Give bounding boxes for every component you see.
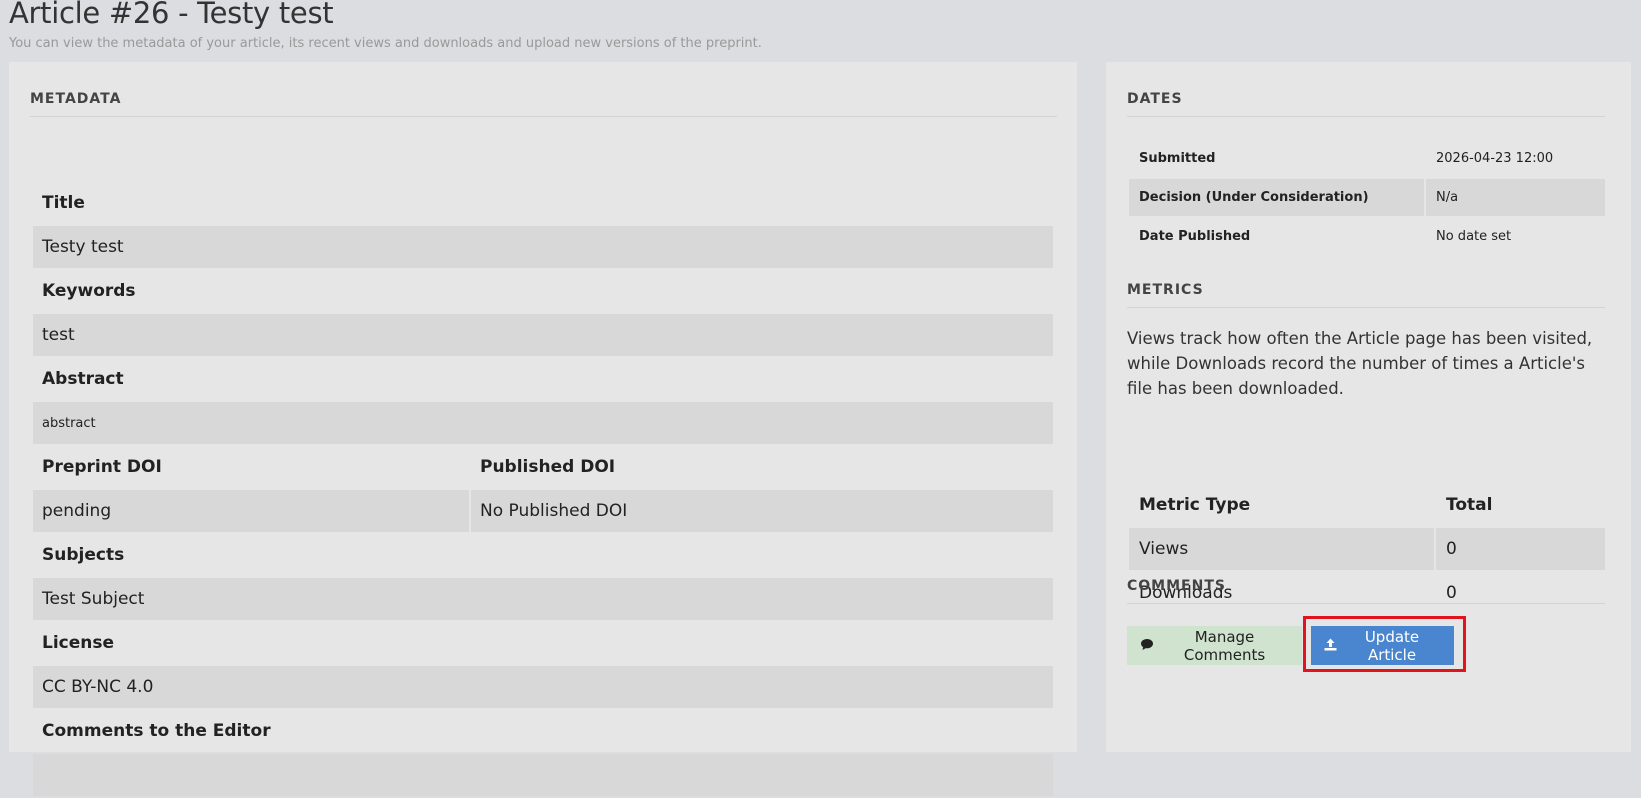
- date-row-submitted: Submitted 2026-04-23 12:00: [1129, 140, 1605, 177]
- date-row-decision: Decision (Under Consideration) N/a: [1129, 179, 1605, 216]
- dates-table: Submitted 2026-04-23 12:00 Decision (Und…: [1127, 138, 1607, 257]
- license-label: License: [42, 633, 115, 653]
- metadata-panel: METADATA Title Testy test Keywords test …: [9, 62, 1077, 796]
- subjects-value: Test Subject: [33, 578, 1053, 620]
- date-value: 2026-04-23 12:00: [1436, 151, 1554, 166]
- metrics-description: Views track how often the Article page h…: [1127, 329, 1593, 398]
- metric-type-header: Metric Type: [1139, 495, 1251, 515]
- comments-section-title: COMMENTS: [1127, 578, 1605, 604]
- date-label: Submitted: [1139, 151, 1216, 166]
- comment-icon: [1140, 637, 1154, 655]
- metric-total-header: Total: [1446, 495, 1493, 515]
- comments-editor-value: [33, 754, 1053, 796]
- title-value: Testy test: [33, 226, 1053, 268]
- abstract-value: abstract: [33, 402, 1053, 444]
- date-row-published: Date Published No date set: [1129, 218, 1605, 255]
- abstract-label: Abstract: [42, 369, 124, 389]
- date-value: No date set: [1436, 229, 1512, 244]
- subjects-label: Subjects: [42, 545, 125, 565]
- dates-section-title: DATES: [1127, 91, 1605, 117]
- metric-total: 0: [1436, 528, 1605, 570]
- metric-type: Views: [1129, 528, 1434, 570]
- metric-row-views: Views 0: [1129, 528, 1605, 570]
- manage-comments-button[interactable]: Manage Comments: [1127, 626, 1302, 665]
- keywords-label: Keywords: [42, 281, 136, 301]
- keywords-value: test: [33, 314, 1053, 356]
- update-article-button[interactable]: Update Article: [1311, 626, 1454, 665]
- metrics-section-title: METRICS: [1127, 282, 1605, 308]
- date-value: N/a: [1426, 179, 1605, 216]
- published-doi-label: Published DOI: [480, 457, 616, 477]
- license-value: CC BY-NC 4.0: [33, 666, 1053, 708]
- side-panel: DATES Submitted 2026-04-23 12:00 Decisio…: [1106, 62, 1631, 752]
- date-label: Date Published: [1139, 229, 1251, 244]
- preprint-doi-label: Preprint DOI: [42, 457, 162, 477]
- title-label: Title: [42, 193, 85, 213]
- preprint-doi-value: pending: [33, 490, 469, 532]
- upload-icon: [1324, 637, 1337, 655]
- update-article-label: Update Article: [1364, 627, 1420, 664]
- manage-comments-label: Manage Comments: [1183, 627, 1266, 664]
- page-title: Article #26 - Testy test: [9, 0, 334, 30]
- metadata-table: Title Testy test Keywords test Abstract …: [31, 180, 1055, 798]
- comments-editor-label: Comments to the Editor: [42, 721, 271, 741]
- published-doi-value: No Published DOI: [471, 490, 1053, 532]
- date-label: Decision (Under Consideration): [1129, 179, 1424, 216]
- metadata-section-title: METADATA: [30, 91, 1057, 117]
- page-subtitle: You can view the metadata of your articl…: [9, 36, 762, 51]
